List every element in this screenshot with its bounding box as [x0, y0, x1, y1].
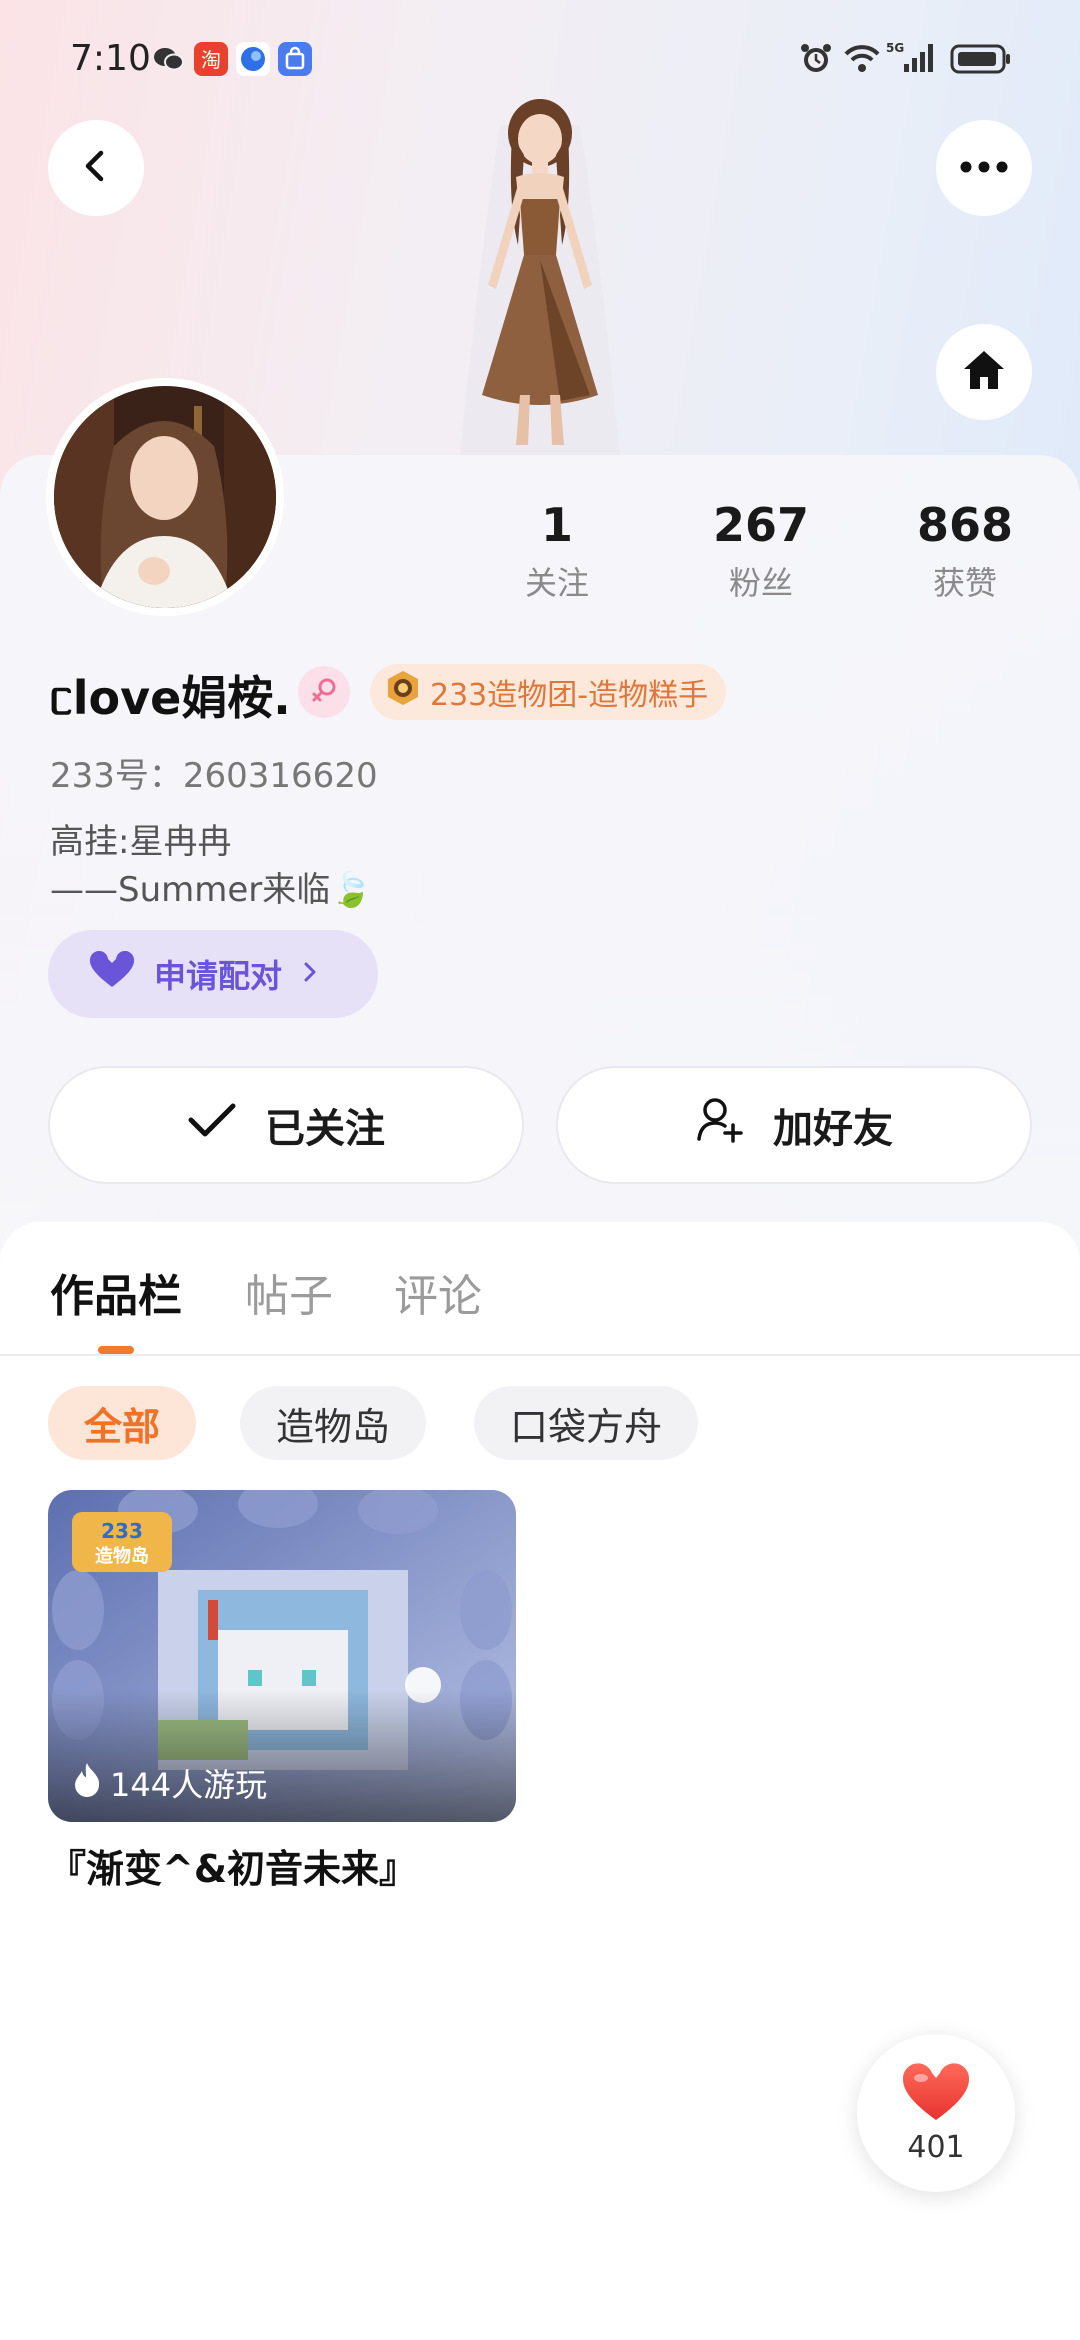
back-button[interactable] — [48, 120, 144, 216]
user-id[interactable]: 233号：260316620 — [50, 748, 378, 797]
add-user-icon — [695, 1095, 745, 1155]
avatar-character-figure[interactable] — [420, 95, 660, 460]
svg-text:233: 233 — [101, 1519, 143, 1543]
filter-chip-all[interactable]: 全部 — [48, 1386, 197, 1460]
bio-line-1: 高挂:星冉冉 — [50, 822, 232, 862]
tab-indicator — [98, 1346, 134, 1354]
stat-following-label: 关注 — [524, 564, 589, 602]
gender-badge — [298, 666, 350, 718]
tab-posts[interactable]: 帖子 — [245, 1260, 333, 1324]
group-badge[interactable]: 233造物团-造物糕手 — [370, 664, 727, 720]
more-button[interactable] — [936, 120, 1032, 216]
svg-text:造物岛: 造物岛 — [95, 1545, 149, 1567]
stat-fans-value: 267 — [712, 498, 810, 552]
status-time: 7:10 — [70, 38, 151, 79]
play-count: 144人游玩 — [72, 1760, 267, 1806]
chevron-left-icon — [76, 146, 116, 190]
home-icon — [960, 347, 1008, 397]
pair-request-button[interactable]: 申请配对 — [48, 930, 378, 1018]
like-button[interactable]: 401 — [857, 2034, 1015, 2192]
stat-likes-value: 868 — [916, 498, 1014, 552]
tab-divider — [0, 1354, 1080, 1356]
add-friend-button[interactable]: 加好友 — [556, 1066, 1032, 1184]
flame-icon — [72, 1761, 102, 1805]
svg-text:淘: 淘 — [201, 48, 221, 72]
group-emblem-icon — [384, 669, 422, 715]
follow-button[interactable]: 已关注 — [48, 1066, 524, 1184]
follow-button-label: 已关注 — [265, 1106, 385, 1152]
tab-comments[interactable]: 评论 — [394, 1260, 482, 1324]
more-dots-icon — [959, 159, 1009, 178]
group-badge-label: 233造物团-造物糕手 — [430, 678, 709, 713]
browser-icon — [236, 42, 270, 76]
taobao-icon: 淘 — [194, 42, 228, 76]
check-icon — [187, 1100, 237, 1150]
svg-text:5G: 5G — [886, 41, 904, 55]
zaowudao-logo: 233 造物岛 — [72, 1512, 172, 1572]
filter-chip-island[interactable]: 造物岛 — [240, 1386, 427, 1460]
work-title[interactable]: 『渐变^&初音未来』 — [48, 1838, 417, 1893]
female-icon — [309, 675, 339, 709]
add-friend-label: 加好友 — [773, 1106, 893, 1152]
wifi-icon — [842, 40, 882, 80]
stat-fans[interactable]: 267 粉丝 — [694, 498, 828, 604]
bio-line-2: ——Summer来临🍃 — [50, 870, 373, 910]
chevron-right-icon — [300, 955, 320, 993]
alarm-icon — [798, 40, 834, 80]
filter-chip-ark[interactable]: 口袋方舟 — [474, 1386, 699, 1460]
pair-request-label: 申请配对 — [154, 957, 283, 995]
signal-5g-icon: 5G — [886, 40, 940, 80]
stat-fans-label: 粉丝 — [728, 564, 793, 602]
battery-icon — [950, 40, 1012, 80]
stat-following-value: 1 — [540, 498, 573, 552]
nickname: ᥴlove娟桉. — [50, 671, 291, 725]
play-count-label: 144人游玩 — [110, 1766, 268, 1804]
tab-works[interactable]: 作品栏 — [50, 1260, 182, 1324]
stat-likes[interactable]: 868 获赞 — [898, 498, 1032, 604]
like-count: 401 — [907, 2129, 965, 2165]
wechat-icon — [152, 42, 186, 76]
avatar[interactable] — [54, 386, 276, 608]
stat-following[interactable]: 1 关注 — [490, 498, 624, 604]
work-card[interactable]: 233 造物岛 144人游玩 — [48, 1490, 516, 1822]
heart-icon — [901, 2062, 971, 2126]
home-button[interactable] — [936, 324, 1032, 420]
stat-likes-label: 获赞 — [932, 564, 997, 602]
shopping-bag-icon — [278, 42, 312, 76]
heart-icon — [88, 950, 136, 997]
